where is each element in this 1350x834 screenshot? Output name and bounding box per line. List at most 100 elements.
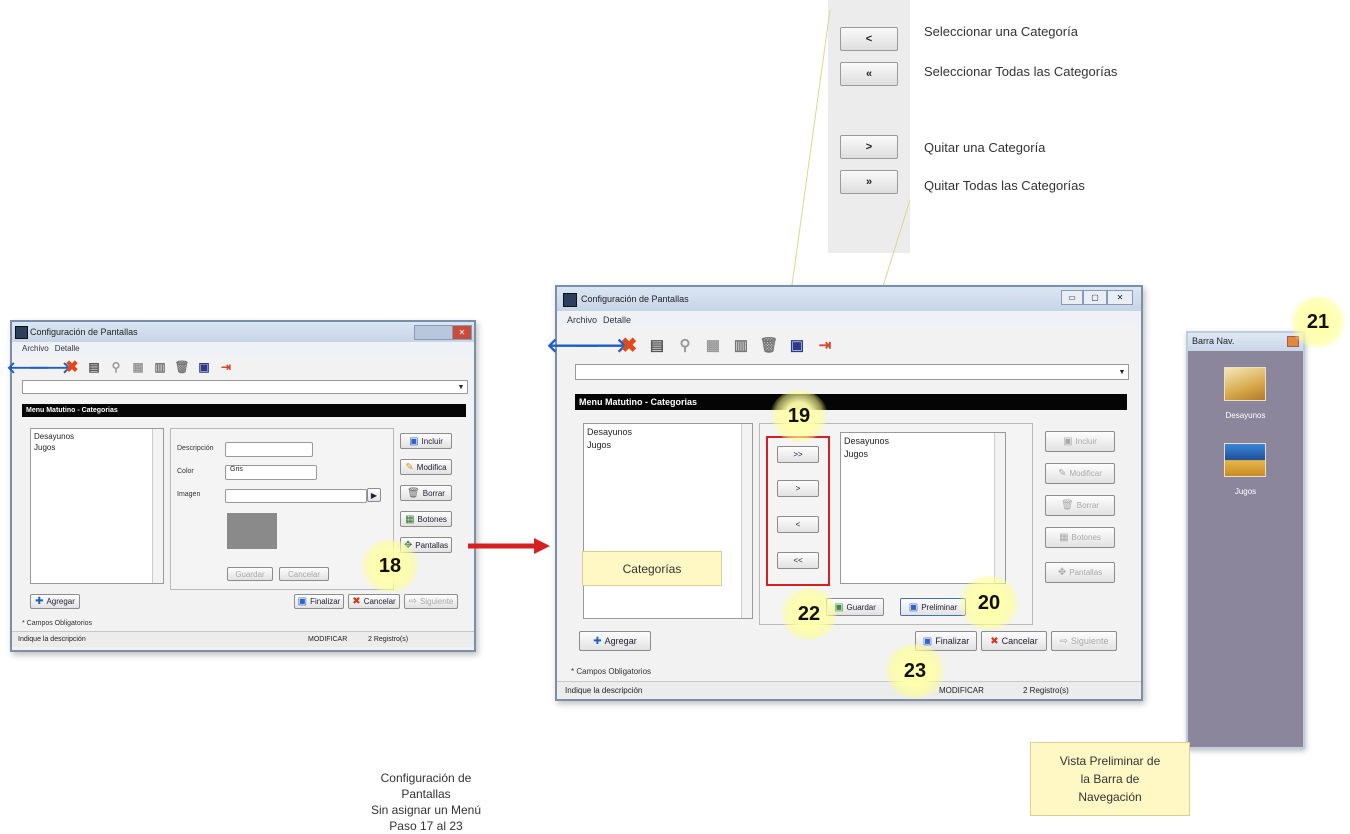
document-icon[interactable]: ▦ [130,359,146,375]
pantallas-button[interactable]: ✥Pantallas [1045,562,1115,583]
delete-x-icon[interactable]: ✖ [64,359,80,376]
color-select-value: Gris [230,466,243,473]
list-item[interactable]: Desayunos [587,426,749,439]
menu-detalle[interactable]: Detalle [55,344,80,353]
siguiente-button[interactable]: ⇨ Siguiente [1051,631,1117,651]
list-item[interactable]: Desayunos [34,431,160,442]
guardar-button[interactable]: Guardar [227,567,273,581]
step-badge-20: 20 [958,576,1020,630]
left-record-selector[interactable]: ▼ [22,380,468,394]
right-section-title: Menu Matutino - Categorias [575,394,1127,410]
exit-icon[interactable]: ⇥ [218,359,234,375]
menu-archivo[interactable]: Archivo [567,315,597,325]
preview-icon: ▣ [908,601,919,613]
finalizar-button[interactable]: ▣ Finalizar [294,594,344,609]
scrollbar[interactable] [741,424,752,618]
remove-all-button[interactable]: << [777,552,819,569]
delete-x-icon[interactable]: ✖ [621,335,638,357]
right-title-bar: Configuración de Pantallas ▭ ▢ ✕ [557,287,1141,311]
search-icon[interactable]: ⚲ [108,359,124,375]
save-icon[interactable]: ▣ [789,337,805,354]
borrar-button[interactable]: 🗑 Borrar [1045,495,1115,516]
right-window: Configuración de Pantallas ▭ ▢ ✕ Archivo… [546,285,1143,701]
forward-arrow-icon[interactable]: 🡒 [29,359,72,377]
trash-icon[interactable]: 🗑 [174,359,190,375]
modificar-button[interactable]: ✎ Modificar [1045,463,1115,484]
cancelar-button[interactable]: Cancelar [279,567,329,581]
finish-icon: ▣ [297,596,308,607]
minimize-maximize-controls[interactable] [414,325,454,340]
incluir-button[interactable]: ▣ Incluir [400,433,452,449]
botones-button[interactable]: ▦ Botones [400,511,452,527]
borrar-button[interactable]: 🗑 Borrar [400,485,452,501]
right-status-bar: Indique la descripción MODIFICAR 2 Regis… [557,681,1141,699]
next-icon: ⇨ [408,596,418,607]
report-icon[interactable]: ▥ [733,337,749,354]
preliminar-button[interactable]: ▣ Preliminar [900,598,966,616]
available-categories-list[interactable]: Desayunos Jugos [583,423,753,619]
left-window-title: Configuración de Pantallas [30,327,138,337]
scrollbar[interactable] [994,433,1005,583]
menu-detalle[interactable]: Detalle [603,315,631,325]
status-mode: MODIFICAR [308,636,348,643]
cancelar-footer-button[interactable]: ✖ Cancelar [348,594,400,609]
cancelar-footer-button[interactable]: ✖ Cancelar [981,631,1047,651]
list-item[interactable]: Desayunos [844,435,1002,448]
buttons-icon: ▦ [1059,532,1069,543]
screens-icon: ✥ [1057,567,1067,578]
left-status-bar: Indique la descripción MODIFICAR 2 Regis… [12,631,474,647]
document-icon[interactable]: ▦ [705,337,721,354]
step-badge-22: 22 [780,588,838,640]
exit-icon[interactable]: ⇥ [817,337,833,354]
list-item[interactable]: Jugos [844,448,1002,461]
pencil-icon: ✎ [1058,468,1067,479]
select-one-button[interactable]: > [777,480,819,497]
status-hint: Indique la descripción [565,686,643,695]
nav-bar-title: Barra Nav. [1188,333,1303,351]
incluir-button[interactable]: ▣ Incluir [1045,431,1115,452]
close-icon[interactable]: ✕ [1107,290,1133,305]
step-badge-18: 18 [360,540,420,592]
print-icon[interactable]: ▤ [86,359,102,375]
jugos-image-icon[interactable] [1224,443,1266,477]
step-badge-23: 23 [884,644,946,698]
modifica-button[interactable]: ✎ Modifica [400,459,452,475]
caption: Configuración de Pantallas Sin asignar u… [356,770,496,834]
list-item[interactable]: Jugos [34,442,160,453]
print-icon[interactable]: ▤ [649,337,665,354]
agregar-button[interactable]: ✚ Agregar [579,631,651,651]
trash-icon[interactable]: 🗑 [759,337,778,354]
select-all-button[interactable]: >> [777,446,819,463]
browse-image-button[interactable]: ▶ [367,488,381,502]
botones-button[interactable]: ▦ Botones [1045,527,1115,548]
color-select[interactable]: Gris [225,465,317,480]
descripcion-input[interactable] [225,442,313,457]
callout-line: la Barra de [1080,772,1140,786]
close-icon[interactable]: ✕ [452,325,472,340]
menu-archivo[interactable]: Archivo [22,344,49,353]
categorias-callout: Categorías [582,551,722,586]
pencil-icon: ✎ [405,461,414,473]
report-icon[interactable]: ▥ [152,359,168,375]
right-record-selector[interactable]: ▼ [575,364,1129,380]
maximize-icon[interactable]: ▢ [1083,290,1107,305]
search-icon[interactable]: ⚲ [677,337,693,354]
left-category-list[interactable]: Desayunos Jugos [30,428,164,584]
selected-categories-list[interactable]: Desayunos Jugos [840,432,1006,584]
caption-line: Sin asignar un Menú [370,803,482,817]
list-item[interactable]: Jugos [587,439,749,452]
remove-one-button[interactable]: < [777,516,819,533]
agregar-button[interactable]: ✚ Agregar [30,594,80,609]
arrow-icon: ✚ [35,596,44,607]
minimize-icon[interactable]: ▭ [1061,290,1083,305]
siguiente-button[interactable]: ⇨ Siguiente [404,594,458,609]
app-icon [15,326,28,339]
label-descripcion: Descripción [177,445,214,452]
imagen-input[interactable] [225,489,367,503]
save-icon[interactable]: ▣ [196,359,212,375]
required-note: * Campos Obligatorios [22,620,93,627]
desayunos-image-icon[interactable] [1224,367,1266,401]
forward-arrow-icon[interactable]: 🡒 [574,335,628,357]
scrollbar[interactable] [152,429,163,583]
status-mode: MODIFICAR [939,686,984,695]
